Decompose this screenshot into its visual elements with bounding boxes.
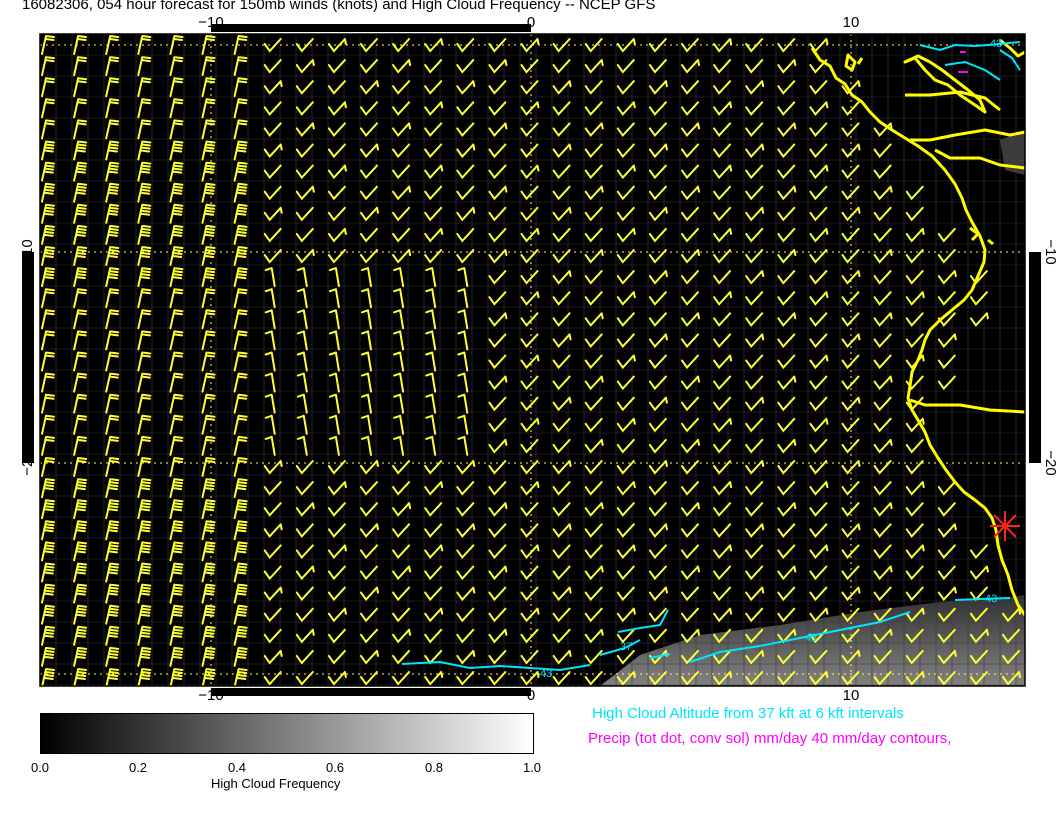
colorbar-tick: 1.0 [522, 760, 542, 775]
precip-legend: Precip (tot dot, conv sol) mm/day 40 mm/… [588, 730, 952, 747]
colorbar-tick: 0.0 [30, 760, 50, 775]
colorbar-title: High Cloud Frequency [211, 776, 341, 791]
lat-tick-label: −20 [19, 450, 36, 475]
lon-tick-label: 10 [843, 14, 860, 31]
lon-tick-label: −10 [198, 687, 223, 700]
contour-label: 43 [990, 38, 1002, 50]
contour-label: 43 [540, 668, 552, 680]
location-marker [990, 511, 1020, 541]
contour-label: 43 [805, 632, 817, 644]
colorbar-tick: 0.6 [325, 760, 345, 775]
colorbar [40, 713, 534, 754]
lat-tick-label: −10 [1042, 239, 1056, 264]
lon-tick-label: 0 [527, 14, 535, 31]
contour-label: 43 [985, 593, 997, 605]
wind-map: 43 43 43 37 43 −10 0 10 −10 0 10 −10 −20… [19, 14, 1056, 700]
lon-tick-label: 10 [843, 687, 860, 700]
contour-label: 37 [620, 641, 632, 653]
lat-tick-label: −20 [1042, 450, 1056, 475]
lon-tick-label: −10 [198, 14, 223, 31]
lon-tick-label: 0 [527, 687, 535, 700]
colorbar-tick: 0.8 [424, 760, 444, 775]
cloud-altitude-legend: High Cloud Altitude from 37 kft at 6 kft… [592, 705, 904, 722]
lat-tick-label: −10 [19, 239, 36, 264]
colorbar-tick: 0.4 [227, 760, 247, 775]
colorbar-tick: 0.2 [128, 760, 148, 775]
